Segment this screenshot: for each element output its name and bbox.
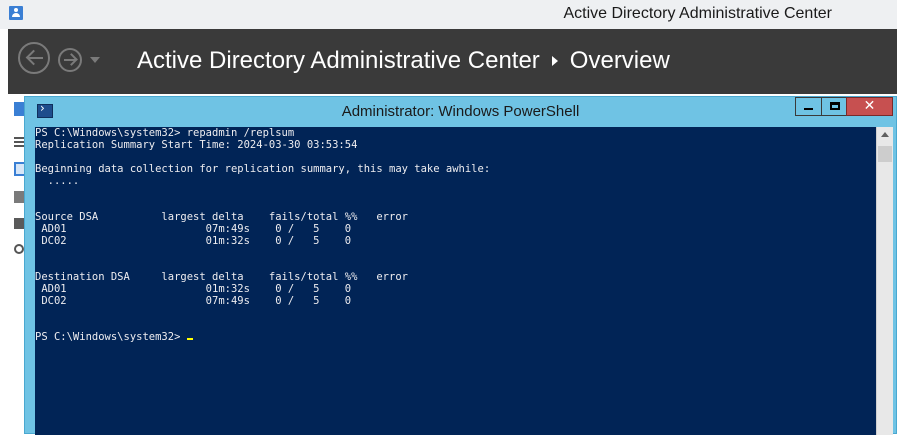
breadcrumb-item-overview[interactable]: Overview (570, 47, 670, 75)
maximize-icon (830, 102, 840, 110)
powershell-window-title: Administrator: Windows PowerShell (341, 103, 580, 120)
minimize-button[interactable] (795, 97, 822, 116)
search-icon[interactable] (14, 244, 24, 254)
scroll-up-arrow-icon[interactable] (881, 132, 889, 137)
console-prompt: PS C:\Windows\system32> (35, 331, 187, 343)
powershell-console[interactable]: PS C:\Windows\system32> repadmin /replsu… (35, 127, 876, 435)
adac-window-title: Active Directory Administrative Center (563, 5, 832, 22)
text-cursor (186, 338, 193, 340)
console-line-dest-ad01: AD01 01m:32s 0 / 5 0 (35, 283, 352, 295)
back-arrow-icon[interactable] (18, 42, 50, 74)
console-line-dest-header: Destination DSA largest delta fails/tota… (35, 271, 408, 283)
console-line-source-header: Source DSA largest delta fails/total %% … (35, 211, 408, 223)
powershell-window: Administrator: Windows PowerShell ✕ PS C… (24, 96, 897, 435)
adac-header: Active Directory Administrative Center O… (8, 29, 897, 94)
adac-titlebar: Active Directory Administrative Center (0, 0, 897, 29)
breadcrumb: Active Directory Administrative Center O… (137, 47, 670, 75)
close-icon: ✕ (863, 98, 876, 114)
scrollbar-thumb[interactable] (878, 146, 892, 162)
navigation-history-dropdown-icon[interactable] (90, 57, 100, 63)
minimize-icon (804, 108, 813, 110)
breadcrumb-item-root[interactable]: Active Directory Administrative Center (137, 47, 540, 75)
console-line-source-dc02: DC02 01m:32s 0 / 5 0 (35, 235, 352, 247)
console-line-progress: ..... (35, 175, 80, 187)
close-button[interactable]: ✕ (846, 97, 893, 116)
console-line-command: PS C:\Windows\system32> repadmin /replsu… (35, 127, 295, 139)
vertical-scrollbar[interactable] (876, 127, 893, 435)
console-prompt-line[interactable]: PS C:\Windows\system32> (35, 331, 193, 343)
maximize-button[interactable] (821, 97, 847, 116)
console-line-dest-dc02: DC02 07m:49s 0 / 5 0 (35, 295, 352, 307)
console-line-start-time: Replication Summary Start Time: 2024-03-… (35, 139, 358, 151)
breadcrumb-separator-icon (551, 56, 558, 66)
forward-arrow-icon[interactable] (58, 48, 82, 72)
powershell-titlebar[interactable]: Administrator: Windows PowerShell ✕ (25, 97, 896, 127)
adac-app-icon[interactable] (9, 6, 23, 20)
console-line-beginning: Beginning data collection for replicatio… (35, 163, 491, 175)
console-line-source-ad01: AD01 07m:49s 0 / 5 0 (35, 223, 352, 235)
